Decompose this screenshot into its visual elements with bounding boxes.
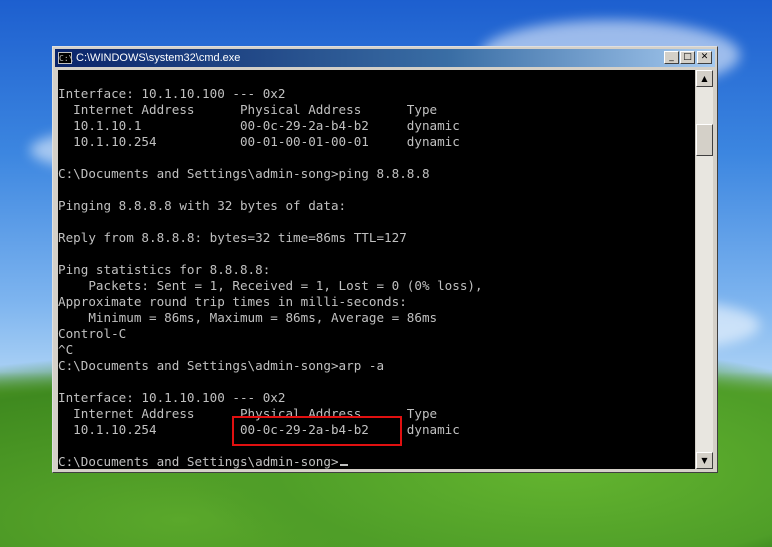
console-line: Approximate round trip times in milli-se… [58,294,407,309]
console-line: 10.1.10.1 00-0c-29-2a-b4-b2 dynamic [58,118,460,133]
console-line: Control-C [58,326,127,341]
console-line: C:\Documents and Settings\admin-song> [58,454,483,469]
console-line: Interface: 10.1.10.100 --- 0x2 [58,86,286,101]
console-line: Pinging 8.8.8.8 with 32 bytes of data: [58,198,347,213]
maximize-button[interactable]: □ [680,51,695,64]
window-title: C:\WINDOWS\system32\cmd.exe [76,52,241,64]
console-line: Internet Address Physical Address Type [58,102,438,117]
highlight-box-mac-address [232,416,402,446]
scroll-down-button[interactable]: ▼ [696,452,713,469]
title-bar[interactable]: C:\ C:\WINDOWS\system32\cmd.exe _ □ ✕ [55,49,715,67]
vertical-scrollbar[interactable]: ▲ ▼ [696,70,713,469]
console-line: ^C [58,342,74,357]
scroll-up-button[interactable]: ▲ [696,70,713,87]
console-line: Reply from 8.8.8.8: bytes=32 time=86ms T… [58,230,407,245]
cmd-app-icon[interactable]: C:\ [58,52,73,64]
cmd-window: C:\ C:\WINDOWS\system32\cmd.exe _ □ ✕ In… [52,46,718,473]
minimize-button[interactable]: _ [664,51,679,64]
console-line: 10.1.10.254 00-01-00-01-00-01 dynamic [58,134,460,149]
console-output-area[interactable]: Interface: 10.1.10.100 --- 0x2 Internet … [58,70,695,469]
console-line: Minimum = 86ms, Maximum = 86ms, Average … [58,310,438,325]
console-line: C:\Documents and Settings\admin-song>pin… [58,166,430,181]
console-line: Interface: 10.1.10.100 --- 0x2 [58,390,286,405]
text-cursor [339,464,348,466]
close-button[interactable]: ✕ [697,51,712,64]
console-line: Ping statistics for 8.8.8.8: [58,262,271,277]
console-line: Packets: Sent = 1, Received = 1, Lost = … [58,278,483,293]
console-line: C:\Documents and Settings\admin-song>arp… [58,358,385,373]
scroll-thumb[interactable] [696,124,713,156]
console-text: Interface: 10.1.10.100 --- 0x2 Internet … [58,86,483,469]
